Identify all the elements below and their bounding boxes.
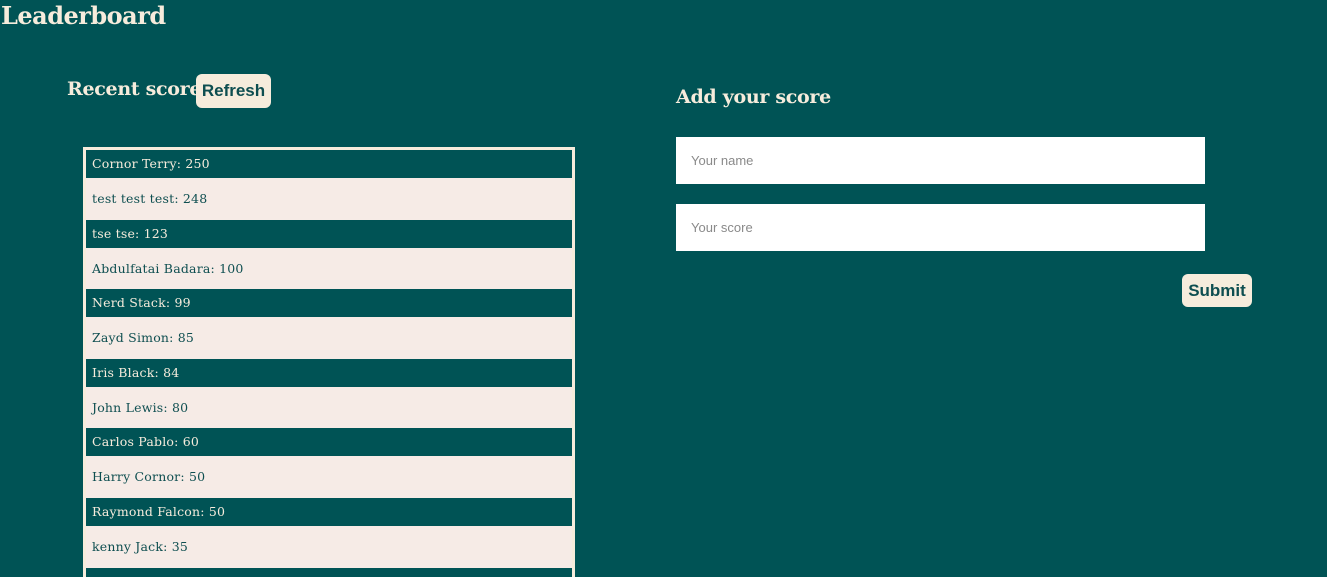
score-row: Harry Cornor: 50 (86, 456, 572, 498)
score-row: John Lewis: 80 (86, 386, 572, 429)
score-row: Carlos Pablo: 60 (86, 428, 572, 457)
score-row: Abdulfattah: 0 (86, 567, 572, 577)
refresh-button[interactable]: Refresh (196, 74, 271, 108)
score-input[interactable] (676, 204, 1205, 251)
score-row: Zayd Simon: 85 (86, 317, 572, 359)
score-row: tse tse: 123 (86, 219, 572, 248)
score-row: Raymond Falcon: 50 (86, 497, 572, 526)
recent-scores-title: Recent scores (67, 78, 212, 100)
score-row: Cornor Terry: 250 (86, 150, 572, 178)
score-row: Abdulfatai Badara: 100 (86, 247, 572, 290)
score-row: Nerd Stack: 99 (86, 289, 572, 318)
page-title: Leaderboard (1, 1, 166, 30)
score-row: Iris Black: 84 (86, 358, 572, 387)
scores-list: Cornor Terry: 250 test test test: 248 tse … (83, 147, 575, 577)
score-row: kenny Jack: 35 (86, 525, 572, 568)
submit-button[interactable]: Submit (1182, 274, 1252, 307)
name-input[interactable] (676, 137, 1205, 184)
score-row: test test test: 248 (86, 178, 572, 220)
add-score-title: Add your score (676, 86, 831, 108)
